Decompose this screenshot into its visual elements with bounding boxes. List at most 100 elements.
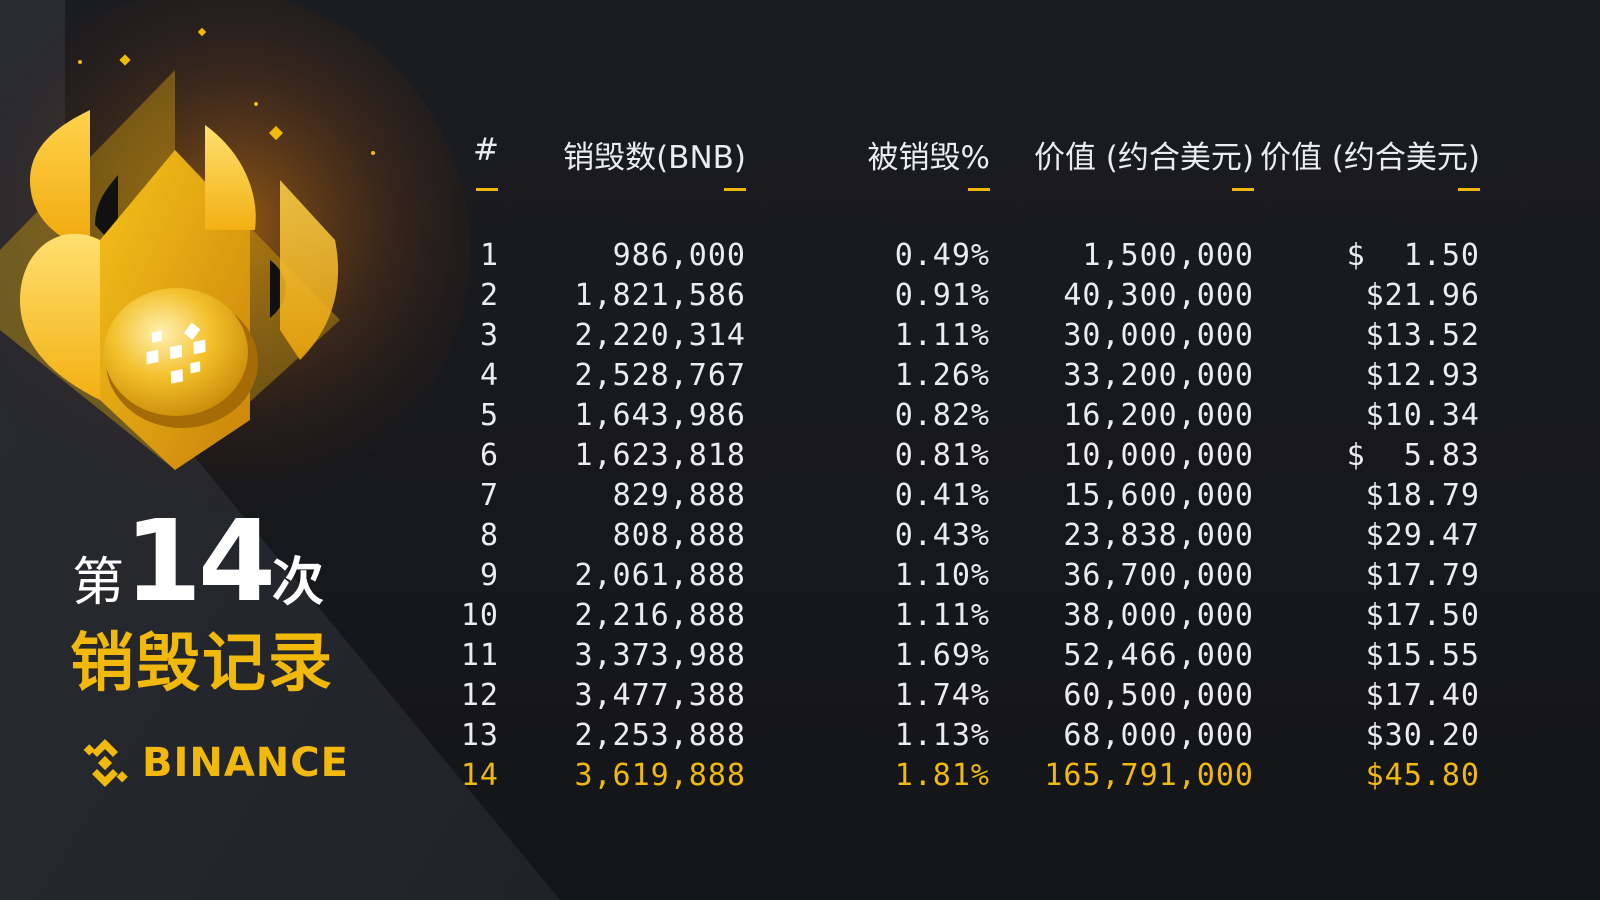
price-usd: $17.40 — [1365, 678, 1480, 713]
burned-percent: 1.11% — [894, 598, 990, 633]
burned-percent: 1.69% — [894, 638, 990, 673]
value-usd: 68,000,000 — [1063, 718, 1254, 753]
price-usd: $21.96 — [1365, 278, 1480, 313]
burned-bnb: 2,061,888 — [574, 558, 746, 593]
binance-brand: BINANCE — [78, 736, 349, 790]
price-usd: $13.52 — [1365, 318, 1480, 353]
price-usd: $45.80 — [1365, 758, 1480, 793]
burned-percent: 1.10% — [894, 558, 990, 593]
value-usd: 60,500,000 — [1063, 678, 1254, 713]
burn-record-subtitle: 销毁记录 — [70, 627, 334, 701]
value-usd: 40,300,000 — [1063, 278, 1254, 313]
value-usd: 23,838,000 — [1063, 518, 1254, 553]
row-index: 9 — [479, 558, 499, 593]
burned-percent: 0.82% — [894, 398, 990, 433]
header-underline — [724, 188, 746, 191]
burned-percent: 0.41% — [894, 478, 990, 513]
price-usd: $12.93 — [1365, 358, 1480, 393]
row-index: 4 — [479, 358, 499, 393]
burned-bnb: 3,619,888 — [574, 758, 746, 793]
table-row: 1 986,000 0.49% 1,500,000 $ 1.50 — [420, 238, 1520, 278]
price-usd: $30.20 — [1365, 718, 1480, 753]
burn-round-number: 14 — [124, 497, 276, 627]
price-usd: $10.34 — [1365, 398, 1480, 433]
table-row: 2 1,821,586 0.91% 40,300,000 $21.96 — [420, 278, 1520, 318]
row-index: 5 — [479, 398, 499, 433]
value-usd: 36,700,000 — [1063, 558, 1254, 593]
value-usd: 1,500,000 — [1082, 238, 1254, 273]
header-index: # — [473, 132, 499, 168]
row-index: 2 — [479, 278, 499, 313]
table-row: 7 829,888 0.41% 15,600,000 $18.79 — [420, 478, 1520, 518]
row-index: 8 — [479, 518, 499, 553]
burned-bnb: 829,888 — [612, 478, 746, 513]
table-row: 12 3,477,388 1.74% 60,500,000 $17.40 — [420, 678, 1520, 718]
burned-percent: 1.11% — [894, 318, 990, 353]
header-burned-percent: 被销毁% — [867, 140, 990, 176]
table-row: 8 808,888 0.43% 23,838,000 $29.47 — [420, 518, 1520, 558]
row-index: 6 — [479, 438, 499, 473]
burn-record-banner: 第14次 销毁记录 BINANCE # 销毁数(BNB) 被销毁% 价值 (约合… — [0, 0, 1600, 900]
header-value-usd: 价值 (约合美元) — [1033, 140, 1254, 176]
price-usd: $29.47 — [1365, 518, 1480, 553]
price-usd: $17.79 — [1365, 558, 1480, 593]
burn-history-table: # 销毁数(BNB) 被销毁% 价值 (约合美元) 价值 (约合美元) 1 986… — [420, 120, 1520, 820]
burned-bnb: 1,821,586 — [574, 278, 746, 313]
price-usd: $ 1.50 — [1346, 238, 1480, 273]
table-row: 4 2,528,767 1.26% 33,200,000 $12.93 — [420, 358, 1520, 398]
burned-bnb: 808,888 — [612, 518, 746, 553]
row-index: 11 — [460, 638, 499, 673]
title-prefix: 第 — [72, 553, 125, 613]
header-price-usd: 价值 (约合美元) — [1259, 140, 1480, 176]
value-usd: 52,466,000 — [1063, 638, 1254, 673]
table-row: 10 2,216,888 1.11% 38,000,000 $17.50 — [420, 598, 1520, 638]
burned-bnb: 3,373,988 — [574, 638, 746, 673]
brand-name: BINANCE — [142, 740, 349, 786]
burned-bnb: 1,643,986 — [574, 398, 746, 433]
burned-bnb: 986,000 — [612, 238, 746, 273]
table-row: 14 3,619,888 1.81% 165,791,000 $45.80 — [420, 758, 1520, 798]
flame-coin-icon — [0, 27, 375, 470]
burned-bnb: 2,528,767 — [574, 358, 746, 393]
value-usd: 38,000,000 — [1063, 598, 1254, 633]
burned-percent: 0.91% — [894, 278, 990, 313]
table-row: 5 1,643,986 0.82% 16,200,000 $10.34 — [420, 398, 1520, 438]
header-underline — [476, 188, 498, 191]
burned-bnb: 1,623,818 — [574, 438, 746, 473]
title-suffix: 次 — [271, 553, 324, 613]
burn-round-title: 第14次 — [72, 506, 372, 618]
burned-bnb: 2,220,314 — [574, 318, 746, 353]
value-usd: 165,791,000 — [1044, 758, 1254, 793]
burned-percent: 0.81% — [894, 438, 990, 473]
row-index: 1 — [479, 238, 499, 273]
header-underline — [968, 188, 990, 191]
burned-bnb: 2,253,888 — [574, 718, 746, 753]
header-underline — [1458, 188, 1480, 191]
value-usd: 10,000,000 — [1063, 438, 1254, 473]
table-row: 3 2,220,314 1.11% 30,000,000 $13.52 — [420, 318, 1520, 358]
row-index: 10 — [460, 598, 499, 633]
burned-percent: 1.81% — [894, 758, 990, 793]
row-index: 7 — [479, 478, 499, 513]
table-row: 11 3,373,988 1.69% 52,466,000 $15.55 — [420, 638, 1520, 678]
price-usd: $17.50 — [1365, 598, 1480, 633]
value-usd: 33,200,000 — [1063, 358, 1254, 393]
row-index: 12 — [460, 678, 499, 713]
table-row: 6 1,623,818 0.81% 10,000,000 $ 5.83 — [420, 438, 1520, 478]
row-index: 3 — [479, 318, 499, 353]
burned-percent: 1.13% — [894, 718, 990, 753]
header-underline — [1232, 188, 1254, 191]
burned-percent: 1.26% — [894, 358, 990, 393]
value-usd: 15,600,000 — [1063, 478, 1254, 513]
row-index: 14 — [460, 758, 499, 793]
value-usd: 30,000,000 — [1063, 318, 1254, 353]
table-row: 9 2,061,888 1.10% 36,700,000 $17.79 — [420, 558, 1520, 598]
price-usd: $ 5.83 — [1346, 438, 1480, 473]
row-index: 13 — [460, 718, 499, 753]
burned-percent: 1.74% — [894, 678, 990, 713]
header-burned-bnb: 销毁数(BNB) — [563, 140, 746, 176]
burned-bnb: 3,477,388 — [574, 678, 746, 713]
binance-logo-icon — [83, 739, 128, 787]
value-usd: 16,200,000 — [1063, 398, 1254, 433]
burned-bnb: 2,216,888 — [574, 598, 746, 633]
